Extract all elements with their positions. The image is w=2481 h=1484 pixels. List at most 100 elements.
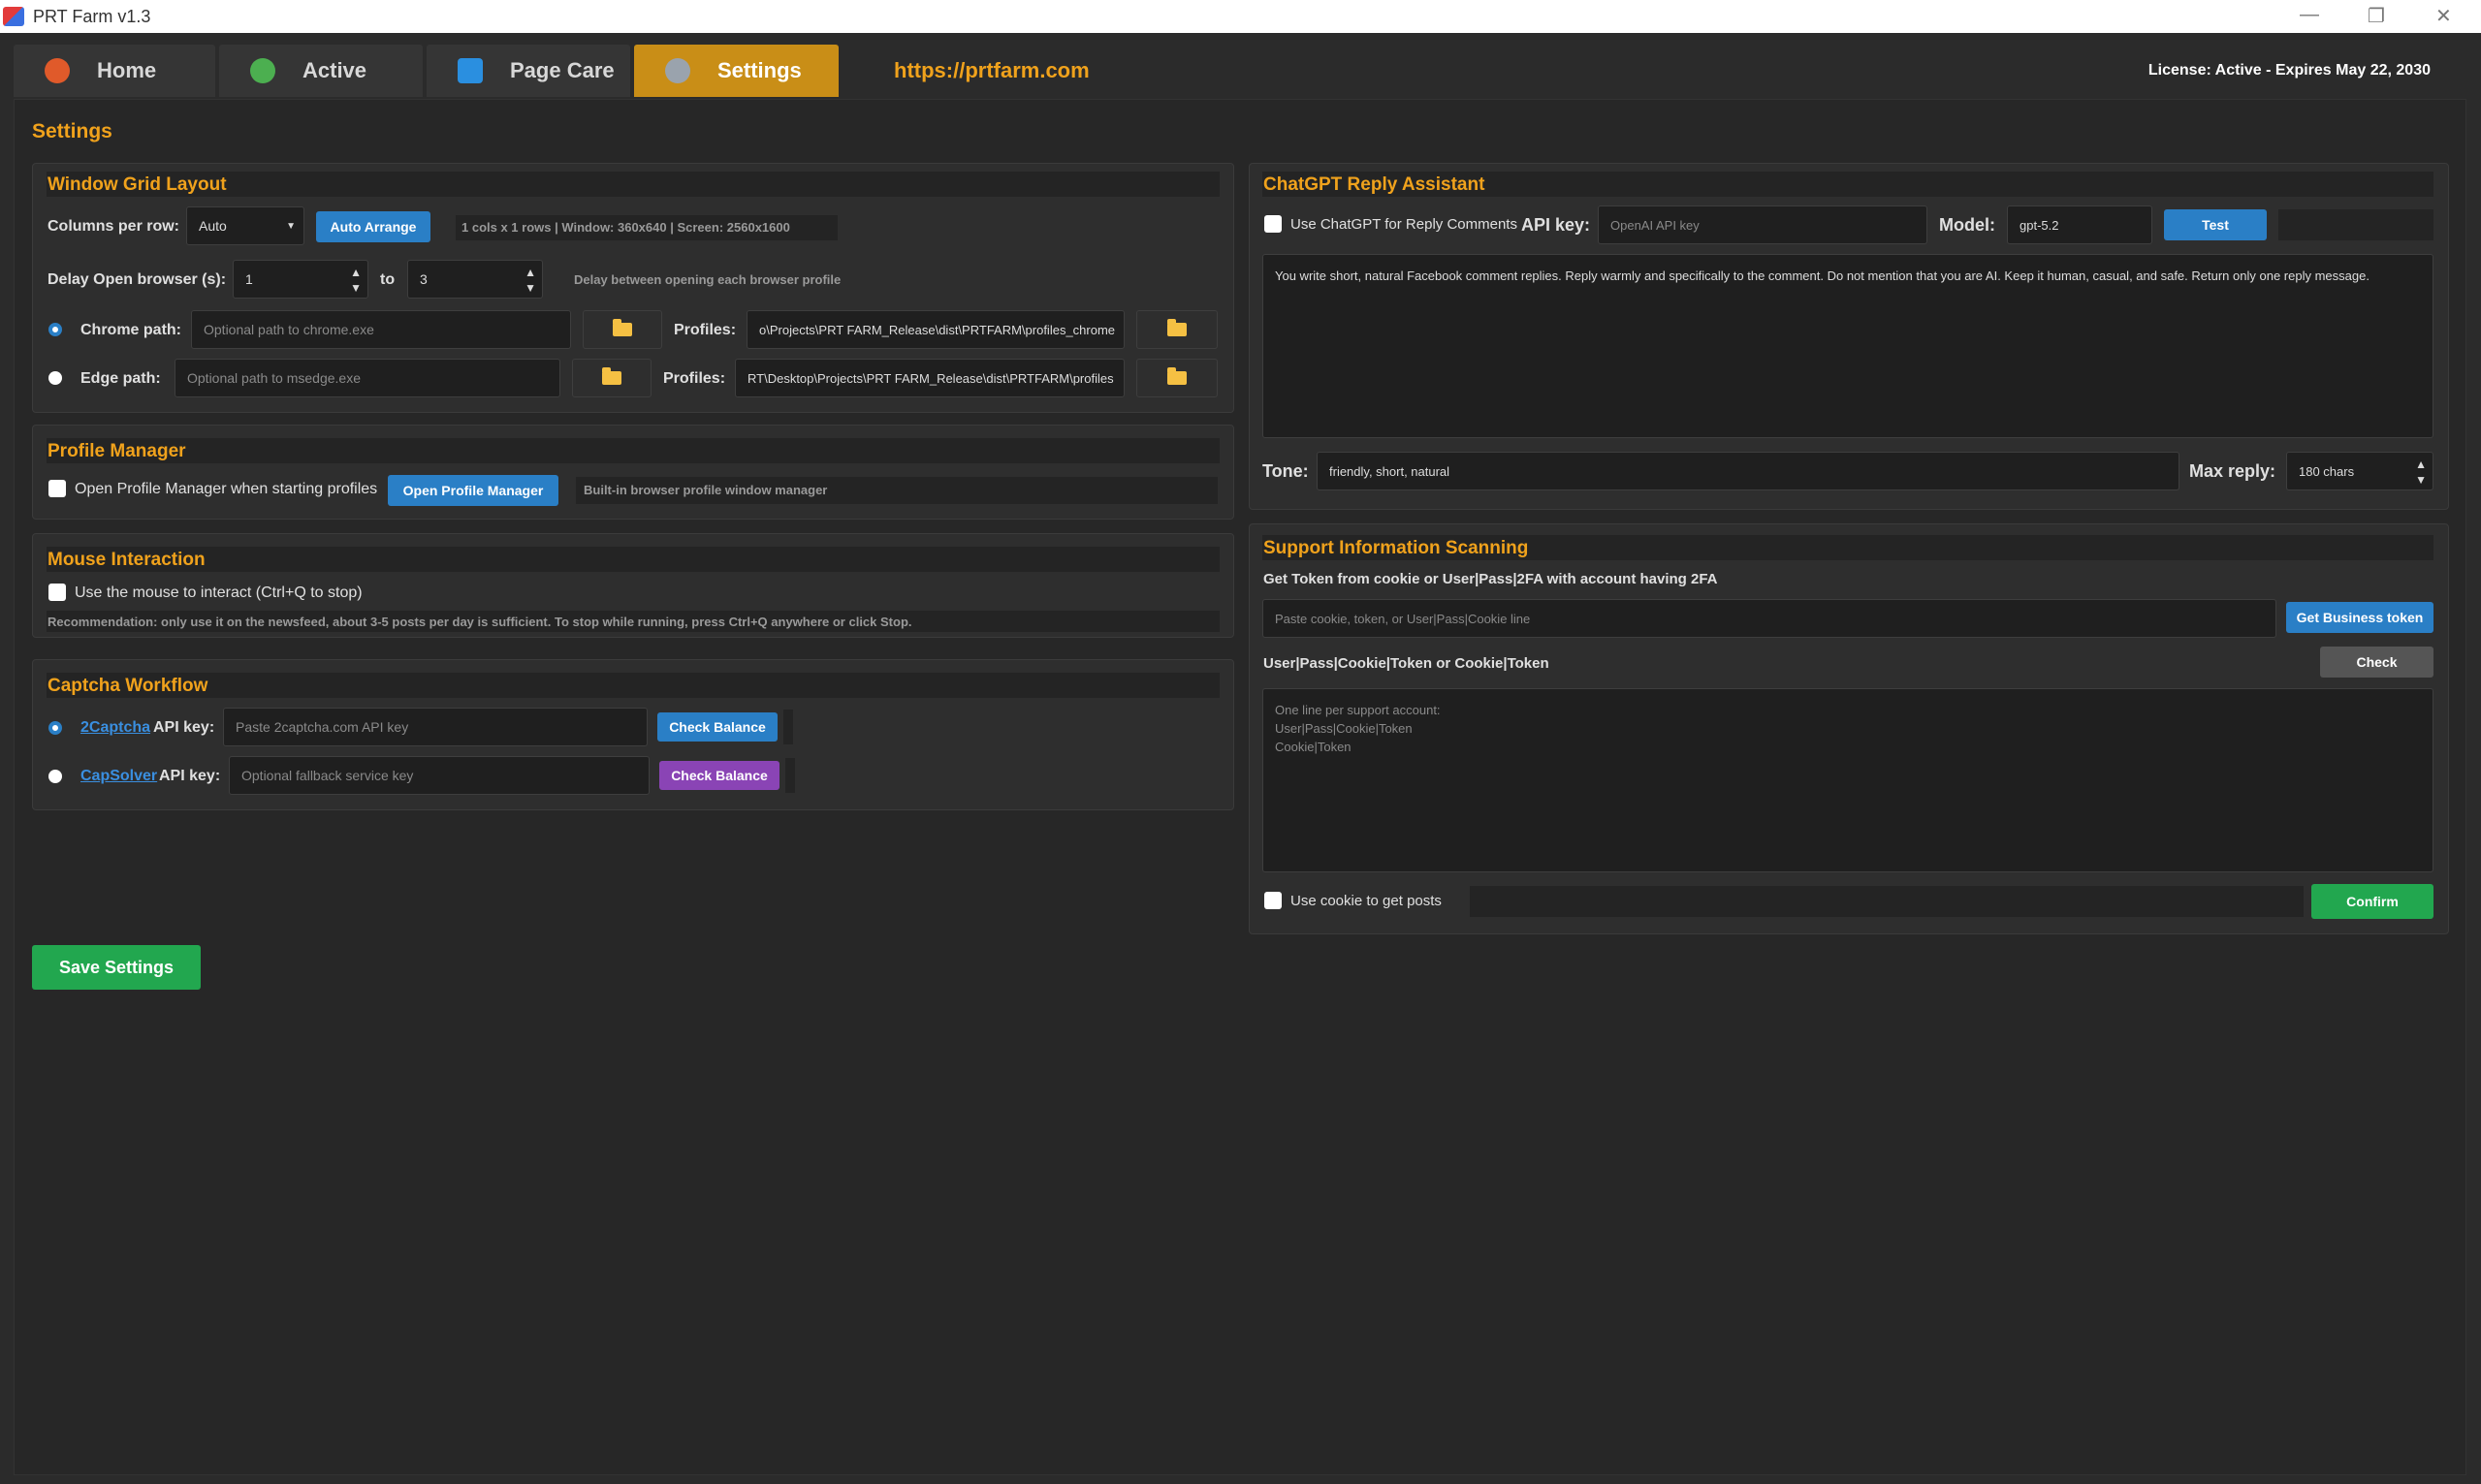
profile-manager-header bbox=[47, 438, 1220, 463]
chrome-profiles-folder-button[interactable] bbox=[1136, 310, 1218, 349]
mouse-checkbox-label: Use the mouse to interact (Ctrl+Q to sto… bbox=[75, 584, 363, 601]
save-settings-button[interactable]: Save Settings bbox=[32, 945, 201, 990]
restore-button[interactable]: ❐ bbox=[2368, 4, 2385, 28]
delay-label: Delay Open browser (s): bbox=[48, 271, 227, 288]
token-input[interactable]: Paste cookie, token, or User|Pass|Cookie… bbox=[1262, 599, 2276, 638]
open-profile-manager-button[interactable]: Open Profile Manager bbox=[388, 475, 558, 506]
tab-page-care[interactable]: Page Care bbox=[427, 45, 630, 97]
tab-home[interactable]: Home bbox=[14, 45, 215, 97]
use-chatgpt-label: Use ChatGPT for Reply Comments bbox=[1290, 216, 1517, 233]
license-status: License: Active - Expires May 22, 2030 bbox=[2147, 62, 2431, 79]
max-reply-input[interactable]: 180 chars ▲ ▼ bbox=[2286, 452, 2433, 490]
home-icon bbox=[45, 58, 70, 83]
chatgpt-prompt-textarea[interactable]: You write short, natural Facebook commen… bbox=[1262, 254, 2433, 438]
spinner-icon[interactable]: ▲ ▼ bbox=[525, 265, 536, 296]
tab-page-care-label: Page Care bbox=[510, 58, 615, 82]
columns-select[interactable]: Auto ▼ bbox=[186, 206, 304, 245]
support-status-bar bbox=[1470, 886, 2304, 917]
twocaptcha-check-balance-button[interactable]: Check Balance bbox=[657, 712, 778, 742]
profile-manager-checkbox[interactable] bbox=[48, 480, 66, 497]
columns-select-value: Auto bbox=[199, 218, 227, 234]
test-button[interactable]: Test bbox=[2164, 209, 2267, 240]
chatgpt-status-bar bbox=[2278, 209, 2433, 240]
model-input[interactable]: gpt-5.2 bbox=[2007, 205, 2152, 244]
folder-icon bbox=[1167, 367, 1187, 385]
chatgpt-title: ChatGPT Reply Assistant bbox=[1263, 174, 1485, 195]
delay-hint: Delay between opening each browser profi… bbox=[574, 272, 842, 287]
delay-to-label: to bbox=[380, 271, 396, 288]
chrome-radio[interactable] bbox=[48, 323, 62, 336]
close-button[interactable]: ✕ bbox=[2435, 4, 2452, 28]
use-cookie-checkbox[interactable] bbox=[1264, 892, 1282, 909]
edge-path-folder-button[interactable] bbox=[572, 359, 652, 397]
capsolver-check-balance-button[interactable]: Check Balance bbox=[659, 761, 779, 790]
gear-icon bbox=[665, 58, 690, 83]
spinner-icon[interactable]: ▲ ▼ bbox=[2415, 457, 2427, 488]
info-icon bbox=[458, 58, 483, 83]
check-button[interactable]: Check bbox=[2320, 647, 2433, 678]
app-icon bbox=[3, 7, 24, 26]
chrome-profiles-input[interactable]: o\Projects\PRT FARM_Release\dist\PRTFARM… bbox=[747, 310, 1125, 349]
tab-settings-label: Settings bbox=[717, 58, 802, 82]
capsolver-link[interactable]: CapSolver bbox=[80, 768, 157, 785]
mouse-header bbox=[47, 547, 1220, 572]
edge-path-input[interactable]: Optional path to msedge.exe bbox=[175, 359, 560, 397]
twocaptcha-radio[interactable] bbox=[48, 721, 62, 735]
page-title: Settings bbox=[32, 120, 112, 142]
capsolver-api-input[interactable]: Optional fallback service key bbox=[229, 756, 650, 795]
delay-from-value: 1 bbox=[245, 271, 253, 287]
tab-active[interactable]: Active bbox=[219, 45, 423, 97]
captcha-header bbox=[47, 673, 1220, 698]
edge-profiles-input[interactable]: RT\Desktop\Projects\PRT FARM_Release\dis… bbox=[735, 359, 1125, 397]
tab-settings[interactable]: Settings bbox=[634, 45, 839, 97]
max-reply-label: Max reply: bbox=[2189, 461, 2276, 481]
use-chatgpt-checkbox[interactable] bbox=[1264, 215, 1282, 233]
token-label: Get Token from cookie or User|Pass|2FA w… bbox=[1263, 571, 1718, 587]
max-reply-value: 180 chars bbox=[2299, 463, 2355, 479]
twocaptcha-link[interactable]: 2Captcha bbox=[80, 719, 150, 737]
edge-profiles-folder-button[interactable] bbox=[1136, 359, 1218, 397]
grid-info: 1 cols x 1 rows | Window: 360x640 | Scre… bbox=[461, 220, 790, 235]
edge-radio[interactable] bbox=[48, 371, 62, 385]
window-title: PRT Farm v1.3 bbox=[33, 7, 151, 26]
tab-active-label: Active bbox=[302, 58, 367, 82]
chrome-path-input[interactable]: Optional path to chrome.exe bbox=[191, 310, 571, 349]
edge-profiles-label: Profiles: bbox=[663, 370, 726, 387]
chrome-profiles-label: Profiles: bbox=[674, 322, 737, 338]
confirm-button[interactable]: Confirm bbox=[2311, 884, 2433, 919]
mouse-recommendation: Recommendation: only use it on the newsf… bbox=[48, 615, 912, 629]
openai-api-key-input[interactable]: OpenAI API key bbox=[1598, 205, 1927, 244]
support-title: Support Information Scanning bbox=[1263, 538, 1529, 558]
chrome-path-folder-button[interactable] bbox=[583, 310, 662, 349]
tone-label: Tone: bbox=[1262, 461, 1309, 481]
model-label: Model: bbox=[1939, 215, 1995, 235]
edge-path-label: Edge path: bbox=[80, 370, 161, 387]
captcha-title: Captcha Workflow bbox=[48, 676, 208, 696]
profile-manager-hint: Built-in browser profile window manager bbox=[584, 483, 828, 497]
use-cookie-label: Use cookie to get posts bbox=[1290, 893, 1442, 909]
minimize-button[interactable]: — bbox=[2300, 4, 2319, 26]
active-icon bbox=[250, 58, 275, 83]
get-business-token-button[interactable]: Get Business token bbox=[2286, 602, 2433, 633]
spinner-icon[interactable]: ▲ ▼ bbox=[350, 265, 362, 296]
delay-to-value: 3 bbox=[420, 271, 428, 287]
folder-icon bbox=[1167, 319, 1187, 336]
delay-to-input[interactable]: 3 ▲ ▼ bbox=[407, 260, 543, 299]
columns-label: Columns per row: bbox=[48, 218, 180, 235]
captcha-spacer bbox=[783, 710, 793, 744]
tone-input[interactable]: friendly, short, natural bbox=[1317, 452, 2179, 490]
profile-manager-checkbox-label: Open Profile Manager when starting profi… bbox=[75, 481, 378, 497]
api-key-label: API key: bbox=[1521, 215, 1591, 235]
tab-home-label: Home bbox=[97, 58, 157, 82]
mouse-checkbox[interactable] bbox=[48, 584, 66, 601]
chrome-path-label: Chrome path: bbox=[80, 322, 181, 338]
twocaptcha-api-input[interactable]: Paste 2captcha.com API key bbox=[223, 708, 648, 746]
title-bar: PRT Farm v1.3 — ❐ ✕ bbox=[0, 0, 2481, 33]
website-link[interactable]: https://prtfarm.com bbox=[894, 58, 1090, 83]
support-accounts-textarea[interactable]: One line per support account: User|Pass|… bbox=[1262, 688, 2433, 872]
delay-from-input[interactable]: 1 ▲ ▼ bbox=[233, 260, 368, 299]
folder-icon bbox=[613, 319, 632, 336]
capsolver-api-label: API key: bbox=[159, 768, 221, 784]
auto-arrange-button[interactable]: Auto Arrange bbox=[316, 211, 430, 242]
capsolver-radio[interactable] bbox=[48, 770, 62, 783]
